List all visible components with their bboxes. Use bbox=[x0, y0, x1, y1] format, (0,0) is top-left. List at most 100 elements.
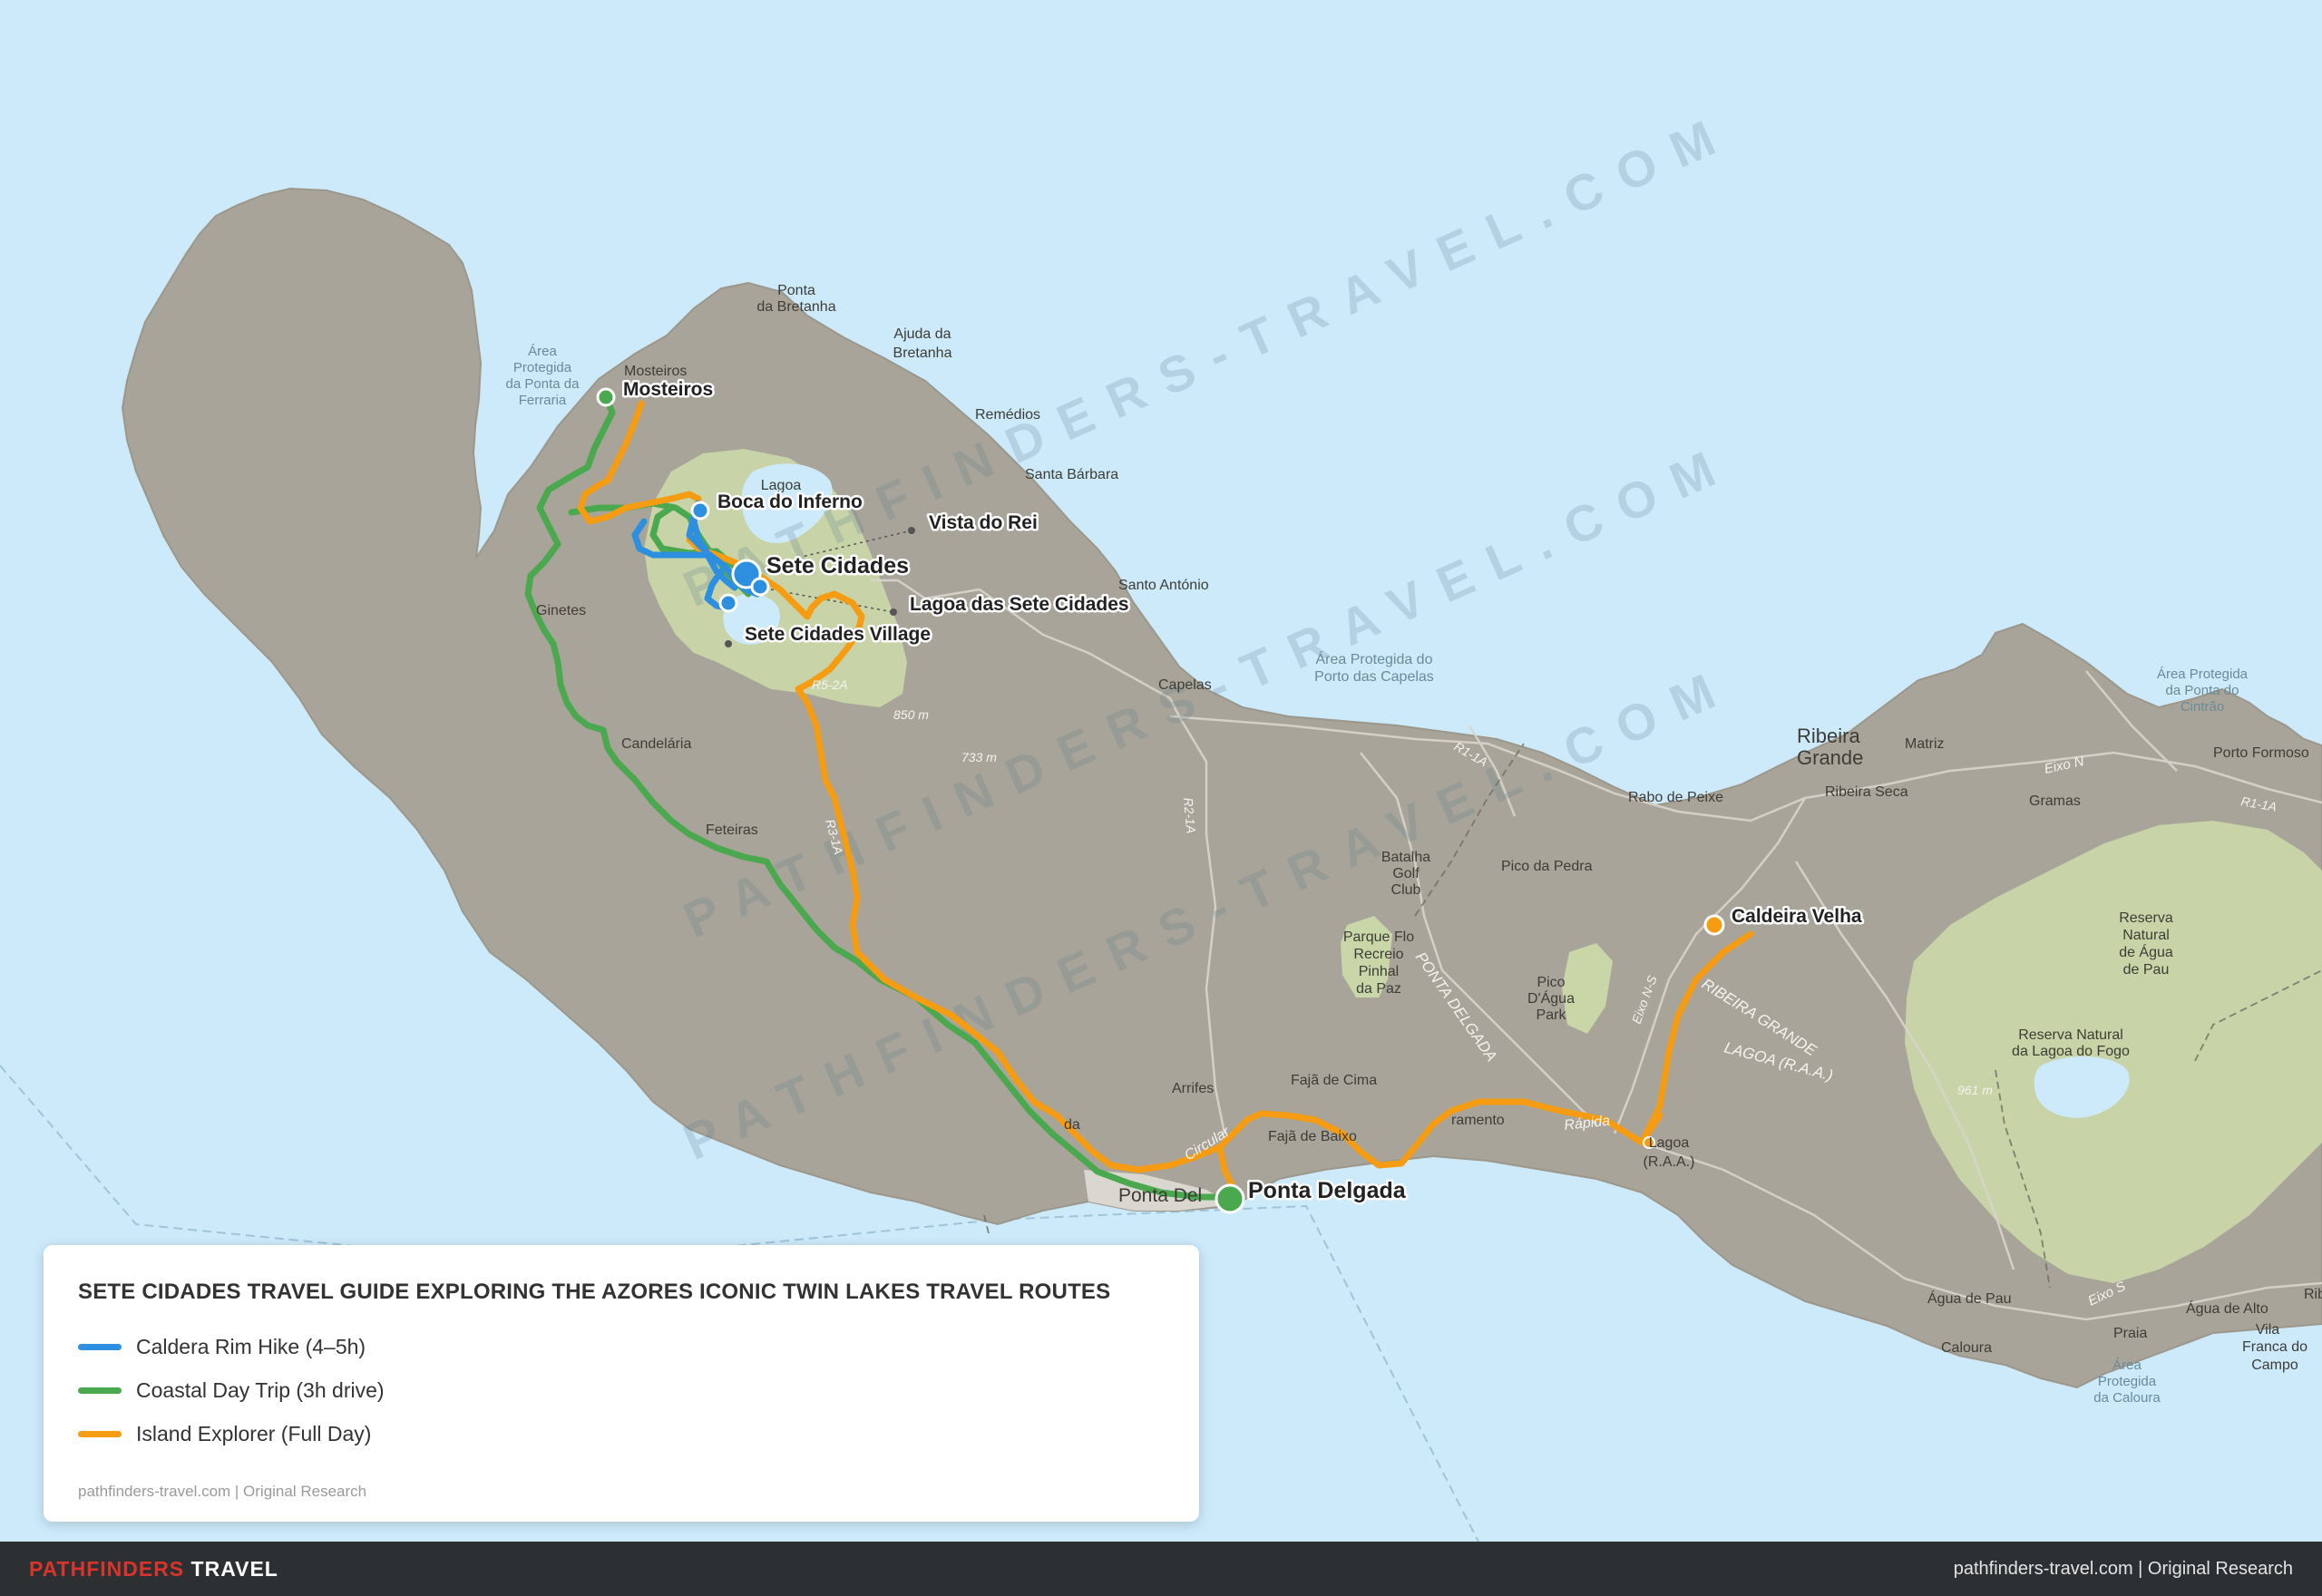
svg-text:Lagoa: Lagoa bbox=[1649, 1135, 1690, 1151]
svg-text:Ponta: Ponta bbox=[777, 283, 815, 298]
svg-text:da: da bbox=[1064, 1117, 1080, 1133]
svg-text:Sete Cidades Village: Sete Cidades Village bbox=[745, 624, 931, 645]
svg-text:Área Protegida do: Área Protegida do bbox=[1316, 650, 1433, 667]
legend-swatch-orange bbox=[78, 1430, 122, 1437]
legend-title: SETE CIDADES TRAVEL GUIDE EXPLORING THE … bbox=[78, 1280, 1111, 1304]
legend-label: Island Explorer (Full Day) bbox=[136, 1421, 372, 1445]
svg-text:Lagoa das Sete Cidades: Lagoa das Sete Cidades bbox=[910, 594, 1129, 615]
svg-text:Área: Área bbox=[2112, 1358, 2142, 1373]
svg-text:Cintrão: Cintrão bbox=[2181, 699, 2224, 715]
village-dot bbox=[725, 640, 732, 647]
svg-text:Água de Alto: Água de Alto bbox=[2186, 1299, 2268, 1317]
svg-text:D'Água: D'Água bbox=[1527, 989, 1575, 1007]
svg-text:Santo António: Santo António bbox=[1118, 578, 1209, 593]
legend-source: pathfinders-travel.com | Original Resear… bbox=[78, 1483, 367, 1500]
svg-text:Boca do Inferno: Boca do Inferno bbox=[717, 491, 863, 512]
svg-text:Ferraria: Ferraria bbox=[519, 393, 567, 408]
svg-text:Parque Flo: Parque Flo bbox=[1343, 929, 1414, 945]
brand-logo[interactable]: PATHFINDERS TRAVEL bbox=[29, 1557, 278, 1581]
svg-text:R5-2A: R5-2A bbox=[812, 677, 848, 692]
svg-text:Caloura: Caloura bbox=[1941, 1340, 1992, 1356]
legend-label: Coastal Day Trip (3h drive) bbox=[136, 1377, 385, 1402]
svg-text:Área: Área bbox=[528, 344, 557, 359]
legend-panel: SETE CIDADES TRAVEL GUIDE EXPLORING THE … bbox=[44, 1245, 1199, 1522]
svg-text:Caldeira Velha: Caldeira Velha bbox=[1732, 906, 1862, 927]
vista-do-rei-dot bbox=[908, 527, 915, 534]
svg-text:Fajã de Cima: Fajã de Cima bbox=[1291, 1073, 1377, 1088]
lagoa-marker[interactable] bbox=[750, 577, 770, 597]
svg-text:da Ponta da: da Ponta da bbox=[506, 376, 580, 392]
legend-swatch-blue bbox=[78, 1343, 122, 1350]
legend-item-coastal-trip[interactable]: Coastal Day Trip (3h drive) bbox=[78, 1368, 1165, 1412]
boca-do-inferno-marker[interactable] bbox=[690, 501, 710, 521]
svg-text:Mosteiros: Mosteiros bbox=[624, 364, 687, 379]
svg-text:Park: Park bbox=[1537, 1007, 1567, 1023]
mosteiros-marker[interactable] bbox=[596, 387, 616, 407]
svg-text:Ginetes: Ginetes bbox=[536, 603, 586, 618]
svg-text:Candelária: Candelária bbox=[621, 736, 691, 752]
svg-text:Ribeira: Ribeira bbox=[1797, 725, 1860, 747]
svg-text:Protegida: Protegida bbox=[2098, 1374, 2157, 1389]
svg-text:Vista do Rei: Vista do Rei bbox=[929, 512, 1038, 533]
svg-text:Ajuda da: Ajuda da bbox=[893, 326, 951, 342]
svg-text:ramento: ramento bbox=[1451, 1113, 1505, 1128]
svg-text:850 m: 850 m bbox=[893, 707, 929, 722]
svg-text:Santa Bárbara: Santa Bárbara bbox=[1025, 467, 1118, 482]
svg-text:de Água: de Água bbox=[2119, 943, 2173, 960]
svg-text:da Lagoa do Fogo: da Lagoa do Fogo bbox=[2012, 1044, 2130, 1059]
svg-text:Golf: Golf bbox=[1392, 866, 1420, 881]
svg-text:Vila: Vila bbox=[2256, 1322, 2279, 1338]
svg-text:733 m: 733 m bbox=[961, 750, 997, 764]
svg-text:(R.A.A.): (R.A.A.) bbox=[1644, 1154, 1695, 1170]
svg-text:Bretanha: Bretanha bbox=[893, 345, 952, 361]
svg-text:Protegida: Protegida bbox=[513, 360, 572, 375]
svg-text:Pinhal: Pinhal bbox=[1359, 964, 1399, 979]
footer-bar: PATHFINDERS TRAVEL pathfinders-travel.co… bbox=[0, 1542, 2322, 1596]
svg-text:da Bretanha: da Bretanha bbox=[756, 299, 835, 315]
svg-text:Capelas: Capelas bbox=[1158, 677, 1212, 693]
svg-text:Reserva: Reserva bbox=[2119, 910, 2173, 926]
brand-part-1: PATHFINDERS bbox=[29, 1556, 185, 1581]
legend-swatch-green bbox=[78, 1387, 122, 1394]
svg-text:da Ponta do: da Ponta do bbox=[2166, 683, 2239, 698]
svg-text:Mosteiros: Mosteiros bbox=[623, 379, 713, 400]
caldeira-velha-marker[interactable] bbox=[1703, 914, 1725, 936]
sete-cidades-village-marker[interactable] bbox=[718, 593, 738, 613]
svg-text:Área Protegida: Área Protegida bbox=[2157, 667, 2249, 682]
svg-text:Porto das Capelas: Porto das Capelas bbox=[1314, 669, 1434, 685]
svg-text:Campo: Campo bbox=[2251, 1358, 2298, 1373]
svg-text:da Caloura: da Caloura bbox=[2093, 1390, 2161, 1406]
svg-text:Gramas: Gramas bbox=[2029, 793, 2081, 809]
svg-text:Matriz: Matriz bbox=[1905, 736, 1945, 752]
legend-label: Caldera Rim Hike (4–5h) bbox=[136, 1334, 366, 1358]
brand-part-2: TRAVEL bbox=[190, 1556, 278, 1581]
svg-text:Ponta Del: Ponta Del bbox=[1118, 1185, 1202, 1206]
svg-text:Fajã de Baixo: Fajã de Baixo bbox=[1268, 1129, 1357, 1144]
svg-text:Rib: Rib bbox=[2304, 1287, 2322, 1302]
svg-text:Pico da Pedra: Pico da Pedra bbox=[1501, 859, 1593, 874]
svg-text:Batalha: Batalha bbox=[1381, 850, 1430, 865]
svg-text:Natural: Natural bbox=[2122, 928, 2170, 943]
svg-text:Praia: Praia bbox=[2113, 1326, 2147, 1341]
svg-text:Pico: Pico bbox=[1537, 975, 1565, 990]
svg-text:Feteiras: Feteiras bbox=[706, 822, 758, 838]
legend-item-island-explorer[interactable]: Island Explorer (Full Day) bbox=[78, 1412, 1165, 1455]
svg-text:Reserva Natural: Reserva Natural bbox=[2018, 1027, 2123, 1043]
svg-text:961 m: 961 m bbox=[1957, 1083, 1993, 1097]
footer-source: pathfinders-travel.com | Original Resear… bbox=[1953, 1558, 2293, 1579]
svg-text:de Pau: de Pau bbox=[2123, 962, 2170, 978]
svg-text:Grande: Grande bbox=[1797, 746, 1863, 769]
svg-text:Franca do: Franca do bbox=[2242, 1339, 2307, 1355]
svg-text:Recreio: Recreio bbox=[1353, 947, 1403, 962]
svg-text:Ribeira Seca: Ribeira Seca bbox=[1825, 784, 1908, 800]
svg-text:Remédios: Remédios bbox=[975, 407, 1040, 423]
svg-text:Água de Pau: Água de Pau bbox=[1927, 1289, 2012, 1307]
svg-text:Porto Formoso: Porto Formoso bbox=[2213, 745, 2309, 761]
svg-text:Club: Club bbox=[1391, 882, 1421, 898]
svg-text:Sete Cidades: Sete Cidades bbox=[766, 553, 909, 579]
svg-text:Ponta Delgada: Ponta Delgada bbox=[1248, 1178, 1407, 1203]
legend-item-caldera-hike[interactable]: Caldera Rim Hike (4–5h) bbox=[78, 1325, 1165, 1368]
lagoa-dot bbox=[890, 608, 897, 616]
svg-text:Rabo de Peixe: Rabo de Peixe bbox=[1628, 790, 1723, 805]
ponta-delgada-marker[interactable] bbox=[1215, 1183, 1245, 1214]
